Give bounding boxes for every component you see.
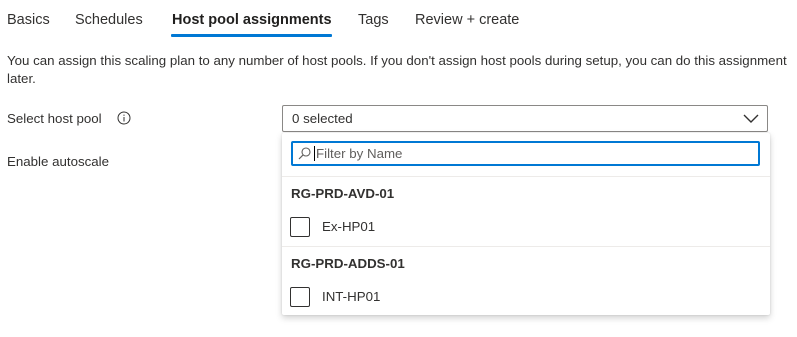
option-label: Ex-HP01 (322, 219, 376, 234)
page-description: You can assign this scaling plan to any … (7, 53, 787, 86)
filter-by-name-input[interactable] (316, 143, 756, 164)
host-pool-dropdown[interactable]: 0 selected (282, 105, 768, 132)
divider (282, 246, 770, 247)
tab-host-pool-assignments[interactable]: Host pool assignments (172, 10, 332, 30)
chevron-down-icon (743, 112, 759, 126)
tab-schedules[interactable]: Schedules (75, 10, 143, 30)
scaling-plan-host-pool-page: Basics Schedules Host pool assignments T… (0, 0, 797, 337)
tab-basics[interactable]: Basics (7, 10, 50, 30)
tab-review-create[interactable]: Review + create (415, 10, 519, 30)
option-label: INT-HP01 (322, 289, 381, 304)
checkbox[interactable] (290, 217, 310, 237)
filter-box[interactable] (291, 141, 760, 166)
text-cursor (314, 146, 315, 161)
group-header-rg-prd-avd-01: RG-PRD-AVD-01 (291, 186, 395, 201)
enable-autoscale-label: Enable autoscale (7, 154, 110, 169)
search-icon (298, 147, 311, 160)
wizard-tabs: Basics Schedules Host pool assignments T… (0, 0, 797, 38)
dropdown-selected-value: 0 selected (292, 111, 353, 126)
host-pool-dropdown-popup: RG-PRD-AVD-01 Ex-HP01 RG-PRD-ADDS-01 INT… (282, 133, 770, 315)
select-host-pool-label: Select host pool (7, 111, 102, 126)
tab-tags[interactable]: Tags (358, 10, 389, 30)
option-int-hp01[interactable]: INT-HP01 (282, 287, 770, 317)
group-header-rg-prd-adds-01: RG-PRD-ADDS-01 (291, 256, 405, 271)
info-icon[interactable] (117, 111, 131, 125)
checkbox[interactable] (290, 287, 310, 307)
option-ex-hp01[interactable]: Ex-HP01 (282, 217, 770, 247)
active-tab-indicator (171, 34, 332, 37)
divider (282, 176, 770, 177)
